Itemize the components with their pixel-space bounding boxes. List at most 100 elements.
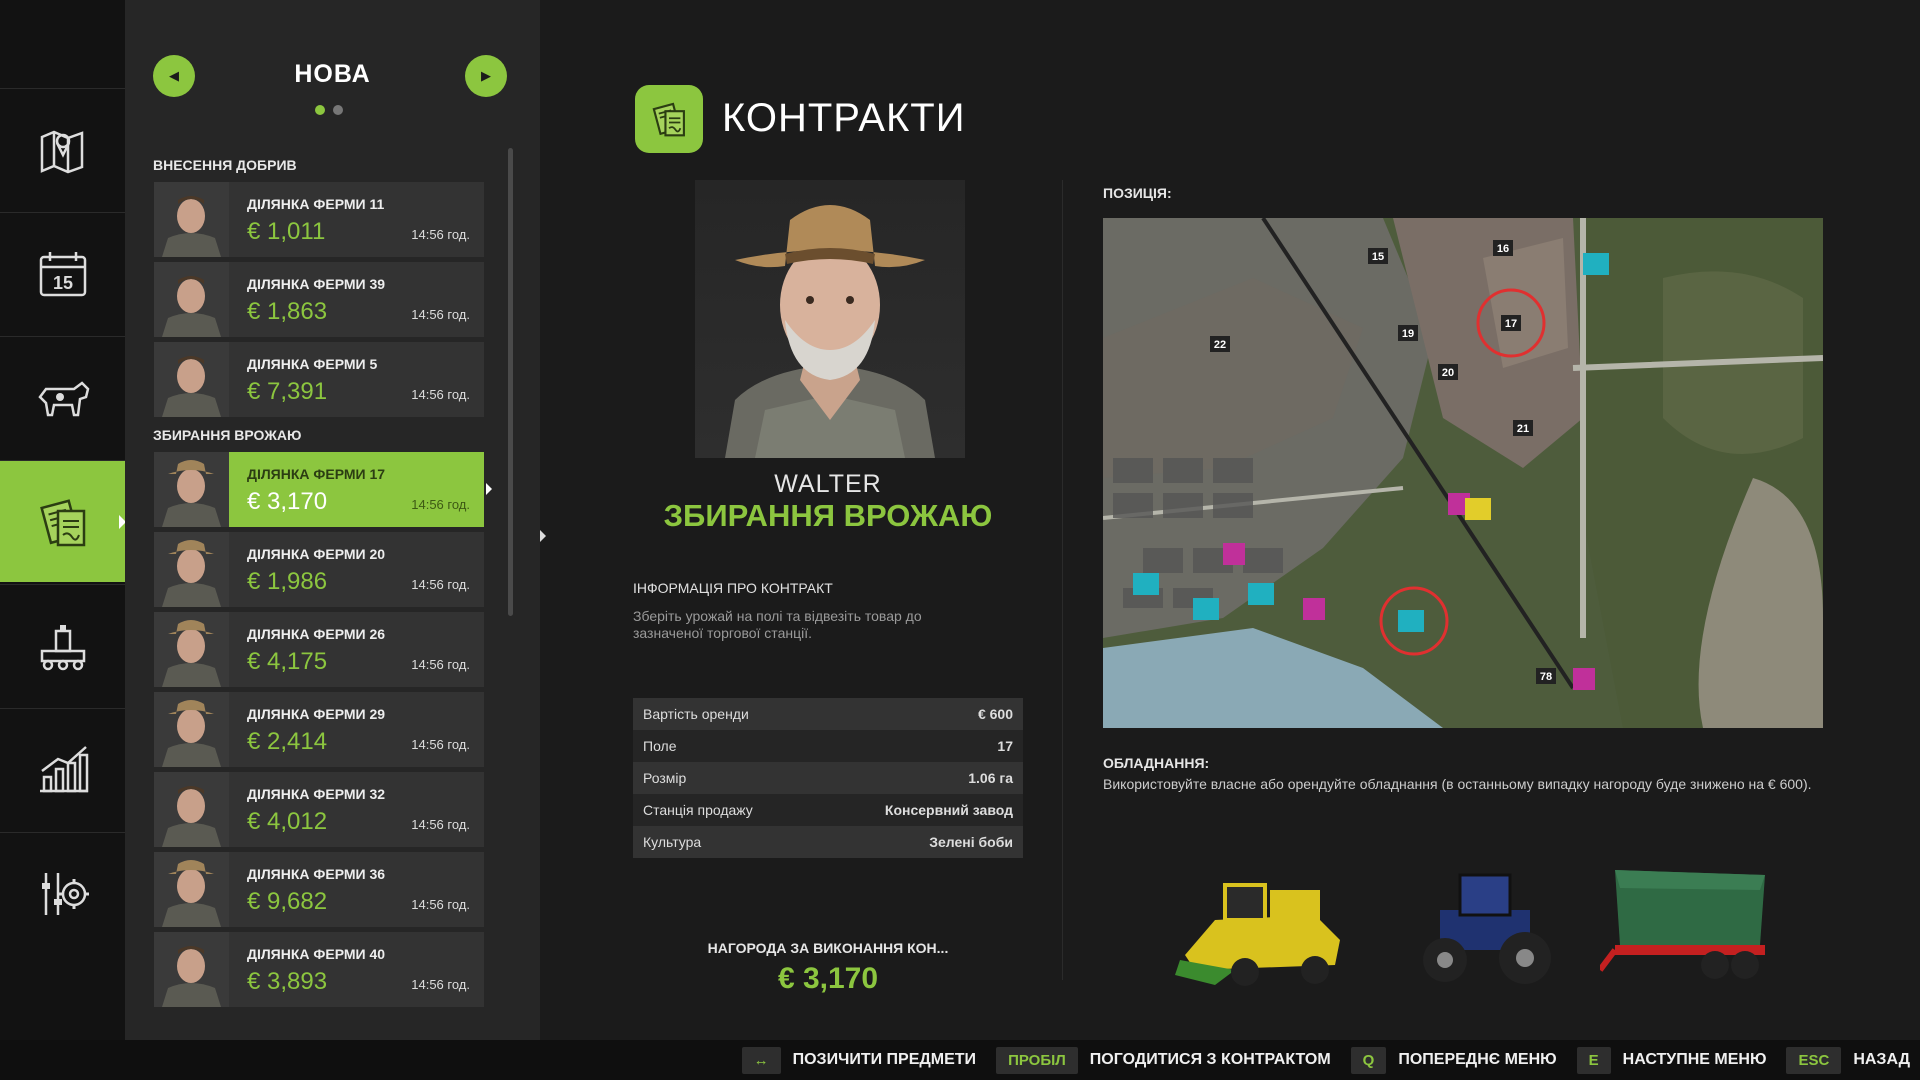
position-label: ПОЗИЦІЯ: [1103, 185, 1172, 201]
production-icon [40, 624, 85, 670]
contract-duration: 14:56 год. [411, 387, 470, 402]
hint-borrow-items[interactable]: ↔ ПОЗИЧИТИ ПРЕДМЕТИ [741, 1046, 977, 1074]
contract-row[interactable]: ДІЛЯНКА ФЕРМИ 39 € 1,863 14:56 год. [154, 262, 484, 337]
contract-row[interactable]: ДІЛЯНКА ФЕРМИ 32 € 4,012 14:56 год. [154, 772, 484, 847]
contract-row-info: ДІЛЯНКА ФЕРМИ 11 € 1,011 14:56 год. [229, 182, 484, 257]
statistics-icon [39, 745, 88, 792]
nav-map[interactable] [0, 88, 125, 210]
key-badge: Q [1350, 1046, 1387, 1074]
contract-row-info: ДІЛЯНКА ФЕРМИ 17 € 3,170 14:56 год. [229, 452, 484, 527]
contract-row[interactable]: ДІЛЯНКА ФЕРМИ 11 € 1,011 14:56 год. [154, 182, 484, 257]
calendar-icon: 15 [39, 251, 86, 296]
detail-label: Розмір [643, 770, 687, 786]
category-fertilizing: ВНЕСЕННЯ ДОБРИВ [153, 157, 297, 173]
contract-row[interactable]: ДІЛЯНКА ФЕРМИ 20 € 1,986 14:56 год. [154, 532, 484, 607]
detail-value: 17 [997, 738, 1013, 754]
contract-row-info: ДІЛЯНКА ФЕРМИ 5 € 7,391 14:56 год. [229, 342, 484, 417]
collapse-arrow-icon[interactable] [540, 530, 546, 542]
contract-row-info: ДІЛЯНКА ФЕРМИ 32 € 4,012 14:56 год. [229, 772, 484, 847]
tractor-image[interactable] [1390, 860, 1570, 990]
contract-row[interactable]: ДІЛЯНКА ФЕРМИ 40 € 3,893 14:56 год. [154, 932, 484, 1007]
nav-animals[interactable] [0, 336, 125, 458]
detail-label: Вартість оренди [643, 706, 749, 722]
avatar [154, 262, 229, 337]
contracts-icon [39, 498, 85, 546]
harvester-image[interactable] [1175, 860, 1355, 990]
reward-label: НАГОРОДА ЗА ВИКОНАННЯ КОН... [707, 940, 949, 956]
detail-row-rent: Вартість оренди € 600 [633, 698, 1023, 730]
nav-calendar[interactable]: 15 [0, 212, 125, 334]
hint-label: ПОГОДИТИСЯ З КОНТРАКТОМ [1089, 1051, 1331, 1068]
equipment-label: ОБЛАДНАННЯ: [1103, 755, 1210, 771]
contract-row[interactable]: ДІЛЯНКА ФЕРМИ 29 € 2,414 14:56 год. [154, 692, 484, 767]
avatar [154, 852, 229, 927]
hint-label: ПОПЕРЕДНЄ МЕНЮ [1398, 1051, 1557, 1068]
contract-row[interactable]: ДІЛЯНКА ФЕРМИ 5 € 7,391 14:56 год. [154, 342, 484, 417]
hint-label: ПОЗИЧИТИ ПРЕДМЕТИ [792, 1051, 977, 1068]
hint-previous-menu[interactable]: Q ПОПЕРЕДНЄ МЕНЮ [1350, 1046, 1557, 1074]
contract-row-info: ДІЛЯНКА ФЕРМИ 29 € 2,414 14:56 год. [229, 692, 484, 767]
avatar [154, 532, 229, 607]
animals-icon [37, 380, 89, 416]
contract-list-panel: ◀ НОВА ▶ ВНЕСЕННЯ ДОБРИВ ЗБИРАННЯ ВРОЖАЮ… [125, 0, 540, 1040]
contract-row[interactable]: ДІЛЯНКА ФЕРМИ 36 € 9,682 14:56 год. [154, 852, 484, 927]
detail-row-size: Розмір 1.06 га [633, 762, 1023, 794]
npc-portrait [695, 180, 965, 458]
contract-duration: 14:56 год. [411, 977, 470, 992]
detail-row-field: Поле 17 [633, 730, 1023, 762]
detail-value: Зелені боби [929, 834, 1013, 850]
avatar [154, 932, 229, 1007]
contract-duration: 14:56 год. [411, 897, 470, 912]
contract-field-title: ДІЛЯНКА ФЕРМИ 39 [247, 276, 386, 292]
avatar [154, 772, 229, 847]
map-label: 20 [1442, 367, 1454, 379]
contract-duration: 14:56 год. [411, 657, 470, 672]
calendar-day: 15 [52, 273, 72, 293]
contract-field-title: ДІЛЯНКА ФЕРМИ 40 [247, 946, 386, 962]
hint-label: НАСТУПНЕ МЕНЮ [1622, 1051, 1767, 1068]
contract-field-title: ДІЛЯНКА ФЕРМИ 20 [247, 546, 386, 562]
page-title: КОНТРАКТИ [722, 96, 966, 140]
hint-back[interactable]: ESC НАЗАД [1786, 1046, 1910, 1074]
list-scrollbar[interactable] [508, 148, 513, 616]
page-dot-1[interactable] [315, 105, 325, 115]
contract-field-title: ДІЛЯНКА ФЕРМИ 11 [247, 196, 385, 212]
contract-field-title: ДІЛЯНКА ФЕРМИ 29 [247, 706, 386, 722]
contract-info-description: Зберіть урожай на полі та відвезіть това… [633, 608, 922, 641]
contract-duration: 14:56 год. [411, 307, 470, 322]
detail-value: 1.06 га [968, 770, 1013, 786]
page-dot-2[interactable] [333, 105, 343, 115]
hint-label: НАЗАД [1853, 1051, 1910, 1068]
detail-value: € 600 [977, 706, 1013, 722]
nav-settings[interactable] [0, 832, 125, 954]
hint-next-menu[interactable]: E НАСТУПНЕ МЕНЮ [1576, 1046, 1767, 1074]
contract-row[interactable]: ДІЛЯНКА ФЕРМИ 26 € 4,175 14:56 год. [154, 612, 484, 687]
location-map[interactable]: 15 16 17 19 20 21 22 78 [1103, 218, 1823, 728]
key-badge: E [1576, 1046, 1611, 1074]
trailer-image[interactable] [1597, 860, 1780, 990]
contract-field-title: ДІЛЯНКА ФЕРМИ 5 [247, 356, 378, 372]
map-icon [40, 130, 83, 173]
hint-accept-contract[interactable]: ПРОБІЛ ПОГОДИТИСЯ З КОНТРАКТОМ [996, 1046, 1331, 1074]
detail-value: Консервний завод [884, 802, 1013, 818]
settings-icon [41, 872, 89, 915]
contract-field-title: ДІЛЯНКА ФЕРМИ 26 [247, 626, 386, 642]
nav-statistics[interactable] [0, 708, 125, 830]
page-indicator [315, 105, 343, 115]
next-page-button[interactable]: ▶ [465, 55, 507, 97]
contracts-header-icon [635, 85, 703, 153]
avatar [154, 342, 229, 417]
contract-duration: 14:56 год. [411, 817, 470, 832]
category-harvesting: ЗБИРАННЯ ВРОЖАЮ [153, 427, 302, 443]
contract-row-info: ДІЛЯНКА ФЕРМИ 40 € 3,893 14:56 год. [229, 932, 484, 1007]
nav-contracts[interactable] [0, 460, 126, 582]
avatar [154, 452, 229, 527]
key-badge: ПРОБІЛ [996, 1046, 1078, 1074]
map-label: 21 [1517, 423, 1529, 435]
contract-row-info: ДІЛЯНКА ФЕРМИ 20 € 1,986 14:56 год. [229, 532, 484, 607]
key-badge: ESC [1786, 1046, 1842, 1074]
contract-row[interactable]: ДІЛЯНКА ФЕРМИ 17 € 3,170 14:56 год. [154, 452, 492, 527]
map-label: 17 [1505, 318, 1517, 330]
npc-name: WALTER [774, 470, 882, 498]
nav-production[interactable] [0, 584, 125, 706]
